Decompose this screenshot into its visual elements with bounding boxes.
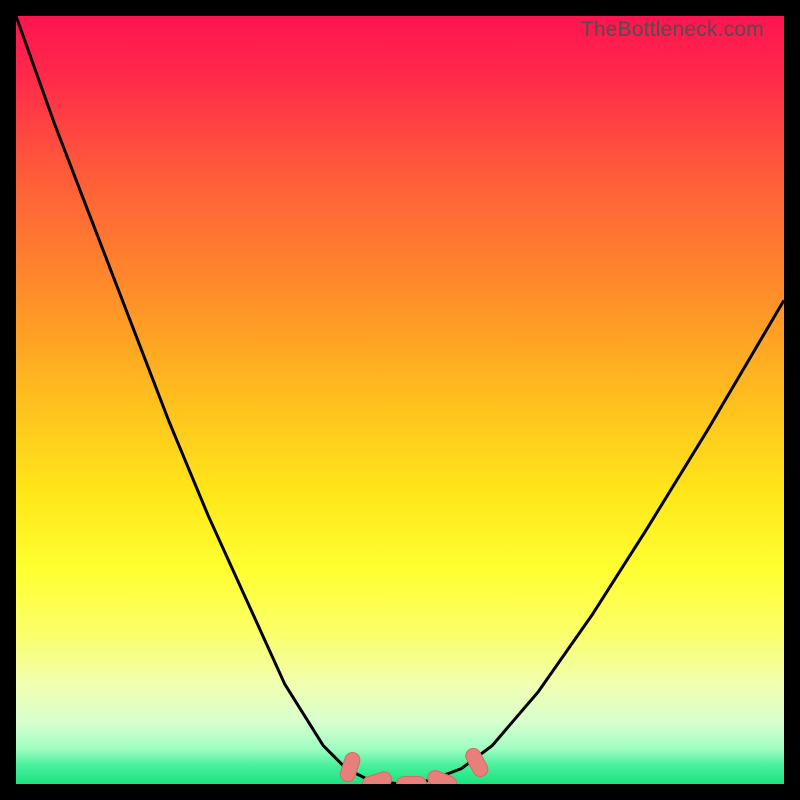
watermark-text: TheBottleneck.com	[581, 18, 764, 42]
bottleneck-curve	[16, 16, 784, 784]
curve-marker	[338, 751, 362, 784]
chart-frame: TheBottleneck.com	[16, 16, 784, 784]
bottleneck-curve-layer	[16, 16, 784, 784]
curve-marker	[397, 777, 427, 785]
